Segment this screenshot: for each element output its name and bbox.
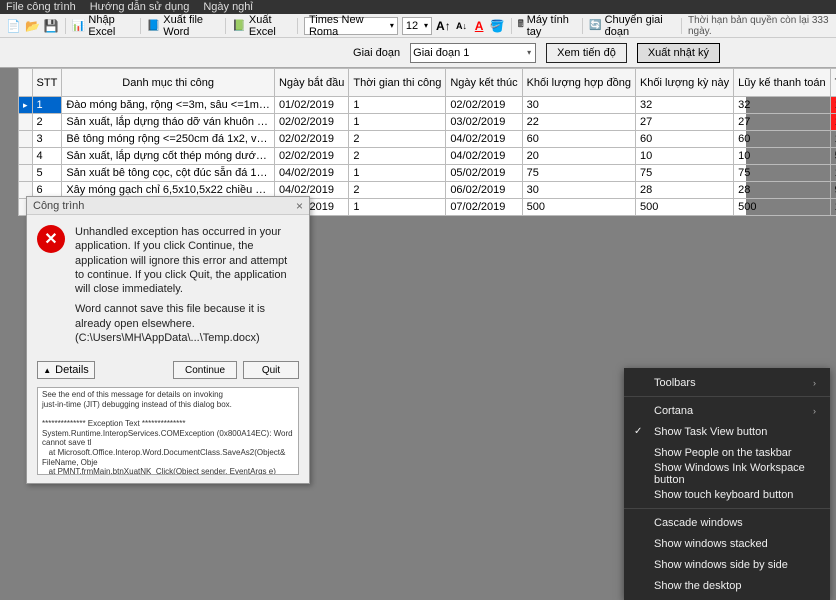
table-row[interactable]: 4 Sản xuất, lắp dựng cốt thép móng dướ…0… bbox=[19, 148, 836, 165]
change-stage-button[interactable]: 🔄Chuyển giai đoạn bbox=[589, 14, 675, 38]
open-icon[interactable]: 📂 bbox=[25, 18, 40, 34]
save-icon[interactable]: 💾 bbox=[44, 18, 59, 34]
export-excel-button[interactable]: 📗Xuất Excel bbox=[232, 14, 291, 38]
stack-trace-box[interactable]: See the end of this message for details … bbox=[37, 387, 299, 475]
dialog-titlebar[interactable]: Công trình × bbox=[27, 197, 309, 215]
error-dialog: Công trình × ✕ Unhandled exception has o… bbox=[26, 196, 310, 484]
calculator-button[interactable]: 🖩Máy tính tay bbox=[518, 14, 577, 38]
trial-label: Thời hạn bản quyền còn lại 333 ngày. bbox=[688, 15, 830, 37]
ctx-stacked[interactable]: Show windows stacked bbox=[624, 533, 830, 554]
stage-combo[interactable]: Giai đoạn 1 bbox=[410, 43, 536, 63]
import-excel-button[interactable]: 📊Nhập Excel bbox=[72, 14, 134, 38]
view-progress-button[interactable]: Xem tiến độ bbox=[546, 43, 627, 63]
toolbar: 📄 📂 💾 📊Nhập Excel 📘Xuất file Word 📗Xuất … bbox=[0, 14, 836, 38]
stage-label: Giai đoạn bbox=[353, 47, 400, 59]
menu-bar: File công trình Hướng dẫn sử dụng Ngày n… bbox=[0, 0, 836, 14]
fill-color-icon[interactable]: 🪣 bbox=[490, 18, 505, 34]
export-log-button[interactable]: Xuất nhật ký bbox=[637, 43, 720, 63]
table-row[interactable]: ▸ 1 Đào móng băng, rộng <=3m, sâu <=1m…0… bbox=[19, 97, 836, 114]
data-grid[interactable]: STT Danh mục thi công Ngày bắt đầu Thời … bbox=[18, 68, 746, 216]
decrease-font-icon[interactable]: A↓ bbox=[455, 18, 469, 34]
ctx-desktop[interactable]: Show the desktop bbox=[624, 575, 830, 596]
ctx-toolbars[interactable]: Toolbars› bbox=[624, 372, 830, 393]
taskbar-context-menu: Toolbars› Cortana› ✓Show Task View butto… bbox=[624, 368, 830, 600]
dialog-title-text: Công trình bbox=[33, 200, 84, 212]
ctx-ink[interactable]: Show Windows Ink Workspace button bbox=[624, 463, 830, 484]
new-icon[interactable]: 📄 bbox=[6, 18, 21, 34]
export-word-button[interactable]: 📘Xuất file Word bbox=[147, 14, 220, 38]
ctx-touch[interactable]: Show touch keyboard button bbox=[624, 484, 830, 505]
ctx-sidebyside[interactable]: Show windows side by side bbox=[624, 554, 830, 575]
table-row[interactable]: 3 Bê tông móng rộng <=250cm đá 1x2, v…02… bbox=[19, 131, 836, 148]
continue-button[interactable]: Continue bbox=[173, 361, 237, 379]
font-color-icon[interactable]: A bbox=[472, 18, 486, 34]
dialog-close-icon[interactable]: × bbox=[296, 199, 303, 213]
font-family-combo[interactable]: Times New Roma bbox=[304, 17, 398, 35]
ctx-taskview[interactable]: ✓Show Task View button bbox=[624, 421, 830, 442]
table-row[interactable]: 5 Sản xuất bê tông cọc, cột đúc sẵn đá 1… bbox=[19, 165, 836, 182]
stage-bar: Giai đoạn Giai đoạn 1 Xem tiến độ Xuất n… bbox=[0, 38, 836, 68]
increase-font-icon[interactable]: A↑ bbox=[436, 18, 451, 34]
ctx-cascade[interactable]: Cascade windows bbox=[624, 512, 830, 533]
ctx-cortana[interactable]: Cortana› bbox=[624, 400, 830, 421]
table-row[interactable]: 2 Sản xuất, lắp dựng tháo dỡ ván khuôn …… bbox=[19, 114, 836, 131]
font-size-combo[interactable]: 12▾ bbox=[402, 17, 432, 35]
menu-holiday[interactable]: Ngày nghỉ bbox=[203, 1, 253, 13]
details-button[interactable]: ▲Details bbox=[37, 361, 95, 379]
menu-file[interactable]: File công trình bbox=[6, 1, 76, 13]
menu-help[interactable]: Hướng dẫn sử dụng bbox=[90, 1, 190, 13]
error-icon: ✕ bbox=[37, 225, 65, 253]
quit-button[interactable]: Quit bbox=[243, 361, 299, 379]
ctx-people[interactable]: Show People on the taskbar bbox=[624, 442, 830, 463]
dialog-message: Unhandled exception has occurred in your… bbox=[75, 225, 299, 351]
